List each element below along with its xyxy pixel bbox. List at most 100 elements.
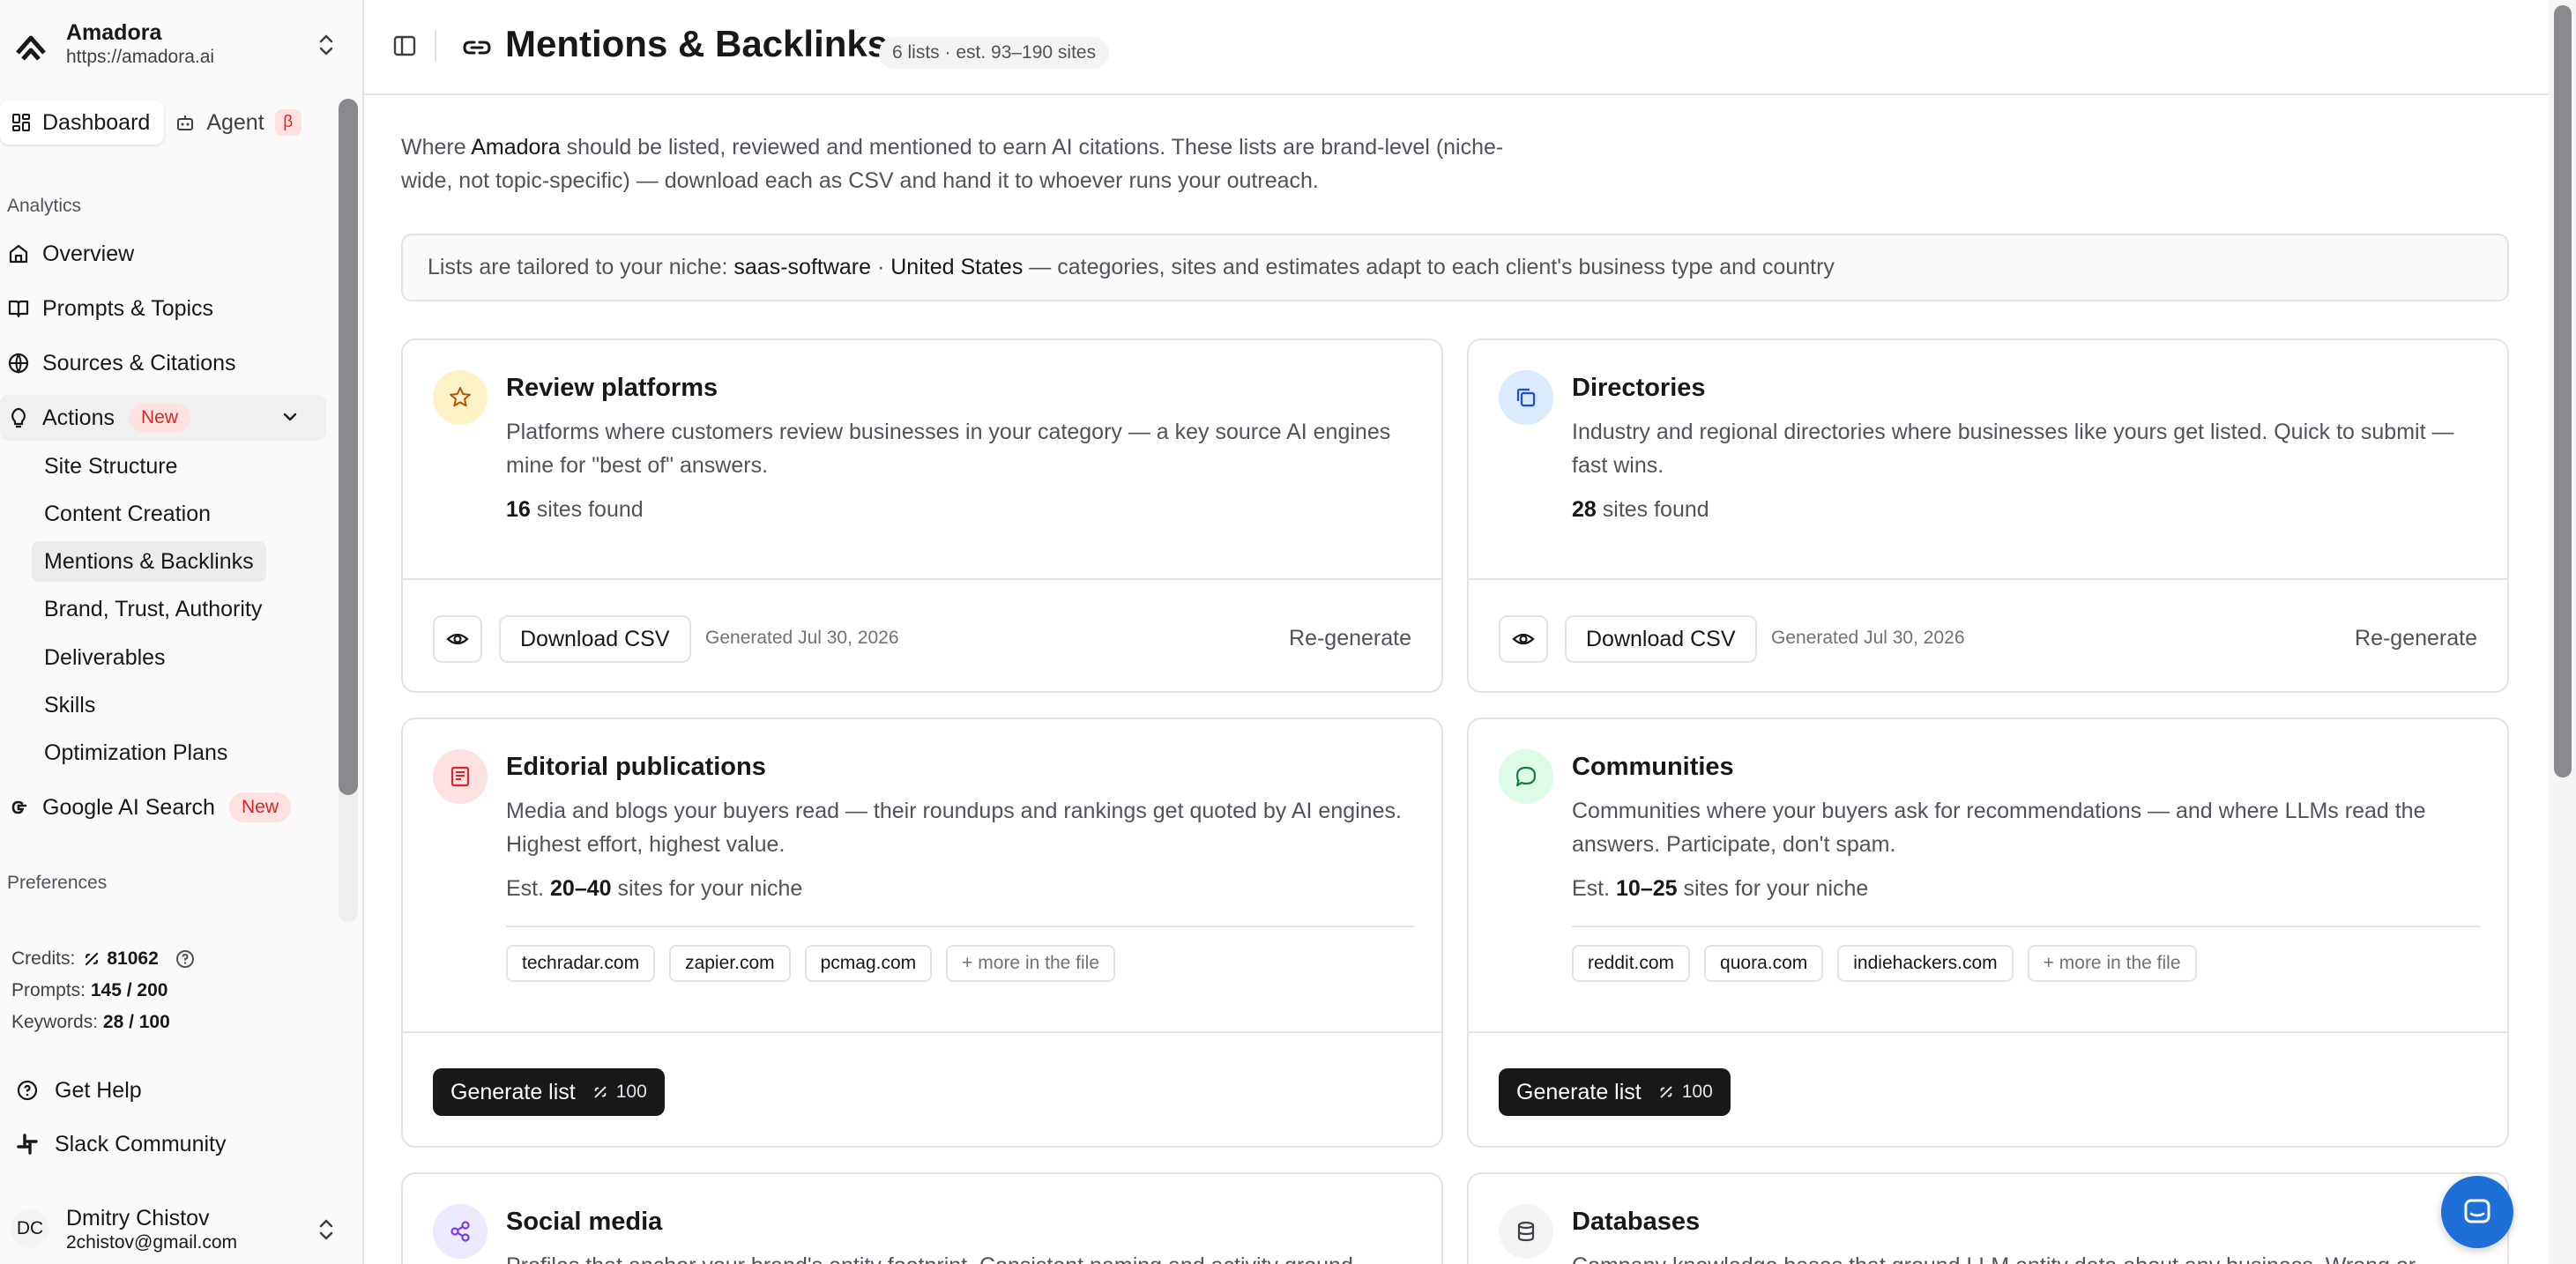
regenerate-link[interactable]: Re-generate (1289, 626, 1411, 651)
credits-label: Credits: (11, 948, 76, 969)
sidebar-item-brand-trust[interactable]: Brand, Trust, Authority (32, 589, 274, 629)
database-icon (1517, 1221, 1535, 1242)
keywords-label: Keywords: (11, 1012, 99, 1032)
sidebar: Amadora https://amadora.ai Dashboard Age… (0, 0, 364, 1264)
card-icon-wrap (1499, 1204, 1553, 1259)
workspace-switcher[interactable]: Amadora https://amadora.ai (0, 0, 364, 95)
sites-count-suffix: sites found (1596, 497, 1709, 522)
generated-date: Generated Jul 30, 2026 (1771, 628, 1965, 648)
slack-community-link[interactable]: Slack Community (16, 1122, 227, 1166)
estimate-prefix: Est. (1572, 876, 1617, 901)
site-chip: techradar.com (506, 945, 656, 982)
user-email: 2chistov@gmail.com (66, 1232, 238, 1253)
card-divider (403, 578, 1441, 580)
sidebar-item-google-ai-search[interactable]: Google AI Search New (0, 784, 326, 830)
sidebar-item-skills[interactable]: Skills (32, 685, 108, 725)
download-csv-button[interactable]: Download CSV (1565, 615, 1757, 663)
niche-value: saas-software (733, 255, 872, 279)
sidebar-item-prompts[interactable]: Prompts & Topics (0, 286, 326, 331)
generate-list-button[interactable]: Generate list 100 (1499, 1068, 1731, 1116)
user-name: Dmitry Chistov (66, 1206, 210, 1231)
sidebar-item-sources[interactable]: Sources & Citations (0, 340, 326, 386)
card-count: 16 sites found (506, 497, 644, 523)
star-icon (450, 387, 471, 407)
credits-value: 81062 (107, 948, 159, 969)
credit-cost: 100 (1657, 1082, 1713, 1103)
tab-dashboard[interactable]: Dashboard (0, 100, 165, 145)
workspace-name: Amadora (66, 20, 162, 45)
new-badge: New (228, 792, 291, 822)
sidebar-nav: Analytics Overview Prompts & Topics Sour… (0, 185, 337, 926)
sidebar-item-label: Actions (42, 405, 115, 430)
sites-count: 16 (506, 497, 531, 522)
sidebar-item-overview[interactable]: Overview (0, 231, 326, 277)
new-badge: New (128, 403, 190, 433)
bot-icon (177, 115, 194, 130)
chevron-down-icon[interactable] (279, 405, 302, 428)
niche-banner: Lists are tailored to your niche: saas-s… (401, 234, 2509, 301)
workspace-url: https://amadora.ai (66, 47, 215, 67)
coin-icon (1660, 1086, 1672, 1098)
chevrons-up-down-icon (319, 1219, 333, 1240)
preview-button[interactable] (1499, 615, 1548, 663)
brand-name: Amadora (471, 135, 561, 160)
help-circle-icon (17, 1080, 38, 1101)
sidebar-item-label: Prompts & Topics (42, 295, 214, 321)
sidebar-item-optimization-plans[interactable]: Optimization Plans (32, 732, 240, 773)
example-sites: techradar.com zapier.com pcmag.com + mor… (506, 945, 1116, 982)
card-title: Review platforms (506, 374, 718, 402)
sidebar-scrollbar[interactable] (339, 99, 358, 922)
sidebar-item-content-creation[interactable]: Content Creation (32, 494, 223, 534)
card-icon-wrap (433, 370, 488, 425)
card-icon-wrap (433, 1204, 488, 1259)
site-chip: indiehackers.com (1837, 945, 2014, 982)
card-description: Communities where your buyers ask for re… (1572, 799, 2426, 857)
help-circle-icon[interactable] (175, 948, 196, 970)
chat-launcher-button[interactable] (2441, 1176, 2513, 1248)
coin-icon (594, 1086, 607, 1098)
card-title: Social media (506, 1208, 663, 1236)
card-divider (1469, 578, 2507, 580)
slack-community-label: Slack Community (55, 1131, 227, 1156)
more-sites-chip: + more in the file (946, 945, 1116, 982)
user-menu[interactable]: DC Dmitry Chistov 2chistov@gmail.com (0, 1197, 364, 1264)
estimate-suffix: sites for your niche (611, 876, 803, 901)
globe-icon (8, 353, 29, 375)
sidebar-item-label: Overview (42, 241, 135, 266)
get-help-link[interactable]: Get Help (16, 1068, 142, 1112)
download-csv-button[interactable]: Download CSV (499, 615, 691, 663)
sidebar-toggle-icon[interactable] (392, 33, 417, 58)
generated-date: Generated Jul 30, 2026 (705, 628, 899, 648)
sidebar-item-label: Sources & Citations (42, 350, 236, 375)
card-divider (1469, 1031, 2507, 1033)
preview-button[interactable] (433, 615, 482, 663)
card-estimate: Est. 20–40 sites for your niche (506, 876, 802, 902)
card-title: Databases (1572, 1208, 1701, 1236)
estimate-prefix: Est. (506, 876, 551, 901)
estimate-range: 20–40 (550, 876, 612, 901)
card-social-media: Social media Profiles that anchor your b… (401, 1172, 1443, 1264)
example-sites: reddit.com quora.com indiehackers.com + … (1572, 945, 2197, 982)
credit-cost-value: 100 (1681, 1082, 1713, 1102)
card-description: Industry and regional directories where … (1572, 420, 2454, 478)
main-scrollbar-thumb[interactable] (2554, 5, 2572, 777)
generate-list-button[interactable]: Generate list 100 (433, 1068, 665, 1116)
card-directories: Directories Industry and regional direct… (1467, 338, 2509, 693)
page-header: Mentions & Backlinks 6 lists · est. 93–1… (364, 0, 2549, 95)
sidebar-item-mentions-backlinks[interactable]: Mentions & Backlinks (32, 541, 266, 582)
sites-count: 28 (1572, 497, 1597, 522)
regenerate-link[interactable]: Re-generate (2355, 626, 2477, 651)
card-title: Communities (1572, 753, 1734, 781)
main-scrollbar[interactable] (2549, 0, 2576, 1264)
sidebar-item-actions[interactable]: Actions New (0, 395, 326, 441)
sidebar-item-deliverables[interactable]: Deliverables (32, 637, 178, 678)
tab-agent-label: Agent (206, 109, 264, 135)
site-chip: quora.com (1704, 945, 1824, 982)
sidebar-scrollbar-thumb[interactable] (339, 99, 358, 795)
lightbulb-icon (11, 407, 26, 428)
app-root: Amadora https://amadora.ai Dashboard Age… (0, 0, 2576, 1264)
card-description: Media and blogs your buyers read — their… (506, 799, 1402, 857)
sidebar-item-site-structure[interactable]: Site Structure (32, 446, 190, 487)
keywords-row: Keywords: 28 / 100 (11, 1007, 196, 1038)
tab-agent[interactable]: Agent β (164, 100, 315, 145)
